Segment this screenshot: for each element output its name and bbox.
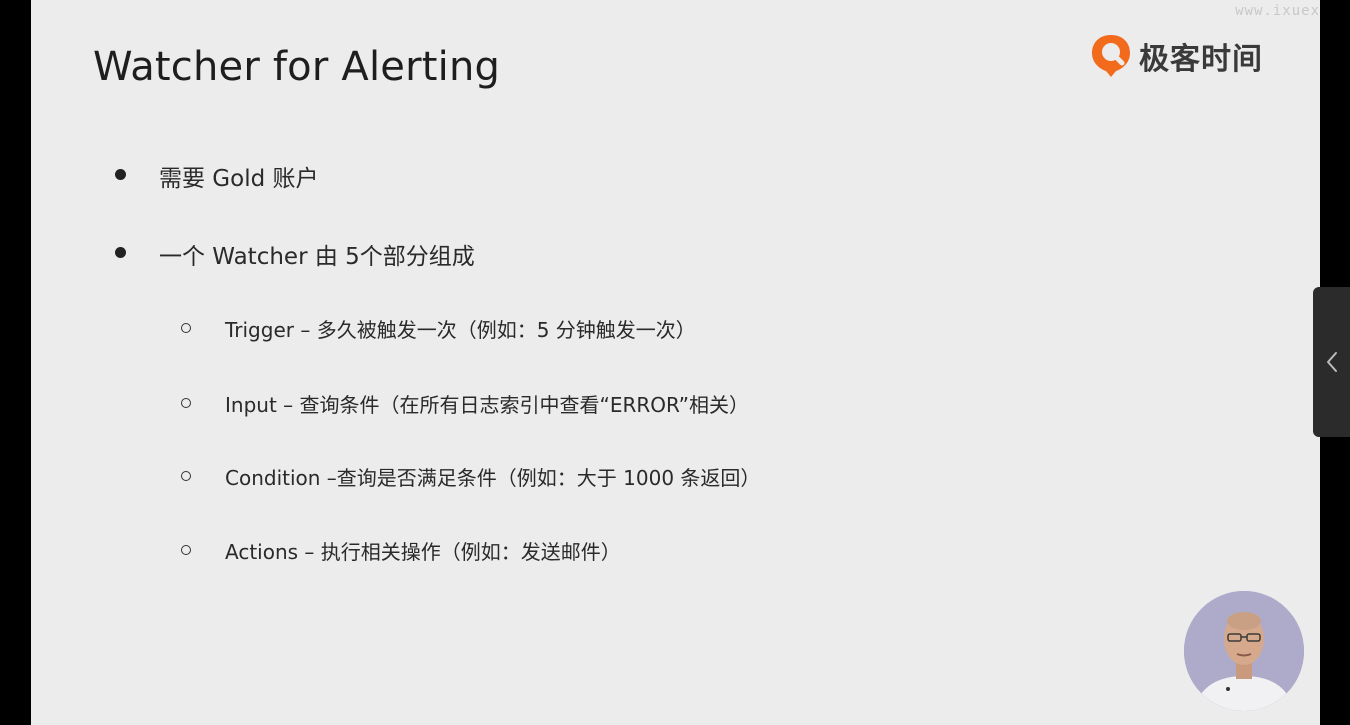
presenter-icon [1184, 591, 1304, 711]
sub-bullet-text: Trigger – 多久被触发一次（例如：5 分钟触发一次） [225, 318, 696, 342]
slide: www.ixuex Watcher for Alerting 极客时间 需要 G… [31, 0, 1320, 725]
sub-bullet-text: Condition –查询是否满足条件（例如：大于 1000 条返回） [225, 466, 761, 490]
sub-bullet-ring [181, 323, 191, 333]
chevron-left-icon [1326, 352, 1337, 372]
bullet-text: 一个 Watcher 由 5个部分组成 [159, 244, 475, 270]
bullet-dot [115, 169, 126, 180]
logo-icon [1092, 35, 1130, 77]
sub-bullet-text: Actions – 执行相关操作（例如：发送邮件） [225, 540, 621, 564]
presenter-avatar [1184, 591, 1304, 711]
sub-bullet-ring [181, 471, 191, 481]
sub-bullet-ring [181, 398, 191, 408]
bullet-text: 需要 Gold 账户 [159, 166, 319, 192]
logo-text: 极客时间 [1139, 42, 1263, 77]
sidebar-toggle-button[interactable] [1313, 287, 1350, 437]
brand-logo: 极客时间 [1089, 33, 1263, 79]
bullet-dot [115, 247, 126, 258]
watermark-text: www.ixuex [1235, 3, 1320, 19]
slide-title: Watcher for Alerting [93, 44, 501, 90]
sub-bullet-text: Input – 查询条件（在所有日志索引中查看“ERROR”相关） [225, 393, 750, 417]
sub-bullet-ring [181, 545, 191, 555]
